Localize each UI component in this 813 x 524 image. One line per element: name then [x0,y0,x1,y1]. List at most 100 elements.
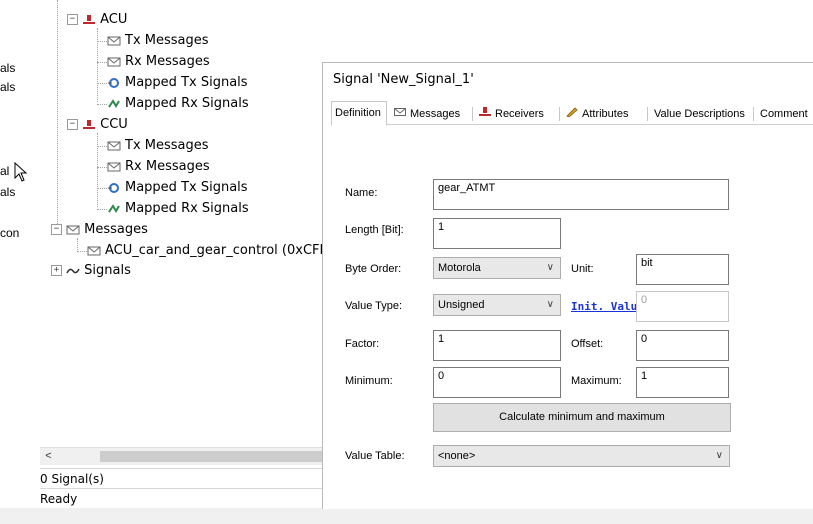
left-clipped-panel: als als al als con [0,0,40,455]
signal-wave-icon [66,265,80,277]
ecu-icon [479,105,491,123]
tree-label: Mapped Tx Signals [125,75,248,90]
horizontal-scrollbar[interactable]: < > [40,447,334,465]
envelope-icon [66,224,80,236]
init-value-link[interactable]: Init. Valu [571,300,637,313]
value-table-value: <none> [438,450,476,462]
ready-status: Ready [40,488,334,509]
tab-receivers[interactable]: Receivers [476,105,547,123]
unit-label: Unit: [571,263,594,275]
value-type-label: Value Type: [345,300,403,312]
tab-label: Definition [335,107,381,119]
tab-label: Receivers [495,108,544,120]
value-table-label: Value Table: [345,450,405,462]
value-table-select[interactable]: <none> ∨ [433,445,730,467]
tree-label: Tx Messages [125,33,209,48]
tree-node-message-acu-car-and-gear-control[interactable]: ACU_car_and_gear_control (0xCFF31 [87,241,344,261]
factor-field[interactable]: 1 [433,330,561,361]
tree-node-ccu-tx-messages[interactable]: Tx Messages [107,136,209,156]
tree-node-signals[interactable]: + Signals [51,261,131,281]
tree-node-messages[interactable]: − Messages [51,220,148,240]
envelope-icon [87,245,101,257]
tree-node-ccu-mapped-rx-signals[interactable]: Mapped Rx Signals [107,199,249,219]
tree-label: ACU_car_and_gear_control (0xCFF31 [105,243,344,258]
tree-label: Mapped Rx Signals [125,96,249,111]
signal-dialog: Signal 'New_Signal_1' Definition Message… [322,62,813,509]
tab-label: Comment [760,108,808,120]
chevron-down-icon: ∨ [715,450,723,461]
tree-node-acu-mapped-tx-signals[interactable]: Mapped Tx Signals [107,73,248,93]
name-label: Name: [345,187,378,199]
tab-label: Attributes [582,108,629,120]
dialog-title: Signal 'New_Signal_1' [333,72,474,87]
mapped-tx-signal-icon [107,182,121,194]
unit-field[interactable]: bit [636,254,729,285]
tab-strip: Definition Messages Receivers Attributes… [331,101,813,126]
maximum-label: Maximum: [571,375,622,387]
tree-label: Rx Messages [125,54,210,69]
envelope-icon [107,35,121,47]
ecu-icon [82,119,96,131]
maximum-field[interactable]: 1 [636,367,729,398]
length-field[interactable]: 1 [433,218,561,249]
tab-value-descriptions[interactable]: Value Descriptions [651,105,748,123]
workspace-background [334,0,813,62]
scrollbar-thumb[interactable] [100,451,330,462]
length-label: Length [Bit]: [345,224,404,236]
tree-node-acu-rx-messages[interactable]: Rx Messages [107,52,210,72]
collapse-icon[interactable]: − [51,224,62,235]
tab-messages[interactable]: Messages [391,105,463,123]
mapped-tx-signal-icon [107,77,121,89]
tree-node-ccu-rx-messages[interactable]: Rx Messages [107,157,210,177]
chevron-down-icon: ∨ [546,262,554,273]
tree-node-acu-mapped-rx-signals[interactable]: Mapped Rx Signals [107,94,249,114]
minimum-field[interactable]: 0 [433,367,561,398]
byte-order-label: Byte Order: [345,263,402,275]
tab-definition[interactable]: Definition [331,101,387,126]
signal-count-status: 0 Signal(s) [40,468,334,489]
clipped-text: als [0,80,16,94]
tree-label: CCU [100,117,128,132]
offset-field[interactable]: 0 [636,330,729,361]
tree-label: Messages [84,222,148,237]
clipped-text: als [0,185,16,199]
envelope-icon [107,140,121,152]
mouse-cursor-icon [14,161,28,185]
tree-node-acu-tx-messages[interactable]: Tx Messages [107,31,209,51]
scroll-left-arrow-icon[interactable]: < [40,448,57,465]
tab-attributes[interactable]: Attributes [563,105,631,123]
factor-label: Factor: [345,338,380,350]
init-value-field[interactable]: 0 [636,291,729,322]
byte-order-select[interactable]: Motorola ∨ [433,257,561,279]
tab-comment[interactable]: Comment [757,105,811,123]
pencil-icon [566,105,578,123]
tree-label: Mapped Rx Signals [125,201,249,216]
envelope-icon [394,105,406,123]
collapse-icon[interactable]: − [67,119,78,130]
envelope-icon [107,161,121,173]
chevron-down-icon: ∨ [546,299,554,310]
offset-label: Offset: [571,338,604,350]
status-bar [0,508,813,524]
mapped-rx-signal-icon [107,203,121,215]
tree-node-acu[interactable]: − ACU [67,10,127,30]
expand-icon[interactable]: + [51,265,62,276]
clipped-text: con [0,226,20,240]
tree-label: Mapped Tx Signals [125,180,248,195]
calculate-min-max-button[interactable]: Calculate minimum and maximum [433,403,731,432]
tree-label: Rx Messages [125,159,210,174]
clipped-text: als [0,61,16,75]
network-tree-view[interactable]: − ACU Tx Messages Rx Messages Mapped Tx … [40,0,344,455]
tab-label: Value Descriptions [654,108,745,120]
mapped-rx-signal-icon [107,98,121,110]
name-field[interactable]: gear_ATMT [433,179,729,210]
tree-node-ccu-mapped-tx-signals[interactable]: Mapped Tx Signals [107,178,248,198]
envelope-icon [107,56,121,68]
tree-node-ccu[interactable]: − CCU [67,115,128,135]
byte-order-value: Motorola [438,262,481,274]
value-type-select[interactable]: Unsigned ∨ [433,294,561,316]
clipped-text: al [0,164,10,178]
tree-label: Tx Messages [125,138,209,153]
minimum-label: Minimum: [345,375,393,387]
collapse-icon[interactable]: − [67,14,78,25]
